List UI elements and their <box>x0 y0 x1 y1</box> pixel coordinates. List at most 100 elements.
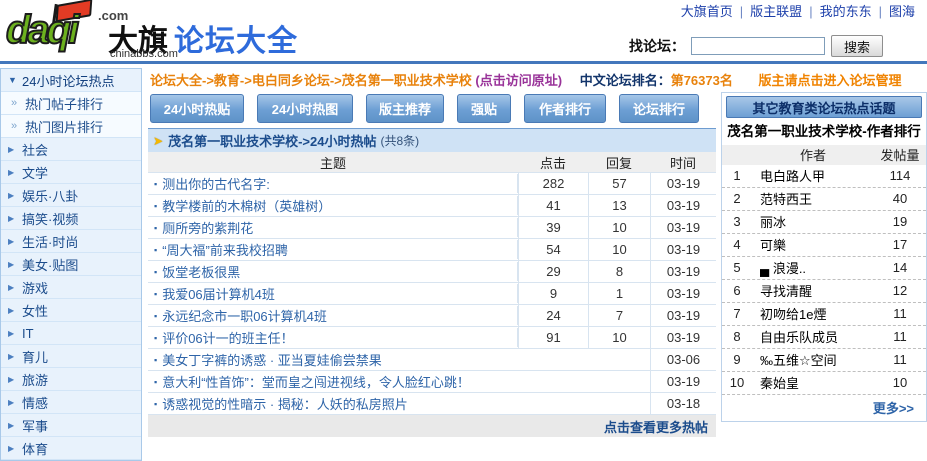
sidebar-item-6[interactable]: ▶搞笑·视频 <box>1 207 141 230</box>
author-name-link[interactable]: ▄ 浪漫.. <box>752 258 874 277</box>
visit-origin-link[interactable]: (点击访问原址) <box>475 73 562 88</box>
nav-separator: | <box>879 4 882 19</box>
author-row: 6寻找清醒12 <box>722 280 926 303</box>
bullet-icon: ▪ <box>154 377 157 387</box>
sidebar-item-12[interactable]: ▶育儿 <box>1 345 141 368</box>
sidebar-item-2[interactable]: »热门图片排行 <box>1 115 141 138</box>
search-button[interactable]: 搜索 <box>831 35 883 57</box>
author-name-link[interactable]: 电白路人甲 <box>752 166 874 185</box>
author-name-link[interactable]: 秦始皇 <box>752 373 874 392</box>
author-more-link[interactable]: 更多>> <box>873 401 914 416</box>
daqi-logo[interactable]: daqi .com 大旗 论坛大全 chinabbs.com <box>6 0 316 60</box>
bullet-icon: ▪ <box>154 399 157 409</box>
topic-link[interactable]: 饭堂老板很黑 <box>162 262 240 281</box>
topic-link[interactable]: 我爱06届计算机4班 <box>162 284 275 303</box>
section-count: (共8条) <box>380 132 419 149</box>
search-label: 找论坛： <box>629 36 685 56</box>
right-region: 论坛大全->教育->电白同乡论坛->茂名第一职业技术学校 (点击访问原址) 中文… <box>142 64 927 437</box>
sidebar-item-11[interactable]: ▶IT <box>1 322 141 345</box>
sidebar-item-5[interactable]: ▶娱乐·八卦 <box>1 184 141 207</box>
sidebar-item-1[interactable]: »热门帖子排行 <box>1 92 141 115</box>
left-sidebar: ▼24小时论坛热点»热门帖子排行»热门图片排行▶社会▶文学▶娱乐·八卦▶搞笑·视… <box>0 68 142 461</box>
nav-link-0[interactable]: 大旗首页 <box>681 4 733 19</box>
author-name-link[interactable]: 丽冰 <box>752 212 874 231</box>
sidebar-item-14[interactable]: ▶情感 <box>1 391 141 414</box>
tab-2[interactable]: 版主推荐 <box>366 94 444 123</box>
topic-cell: ▪美女丁字裤的诱惑 · 亚当夏娃偷尝禁果 <box>148 350 650 369</box>
search-input[interactable] <box>691 37 825 55</box>
sidebar-item-9[interactable]: ▶游戏 <box>1 276 141 299</box>
topic-link[interactable]: 教学楼前的木棉树（英雄树） <box>162 196 331 215</box>
author-rank: 4 <box>722 237 752 252</box>
topic-cell: ▪评价06计一的班主任！ <box>148 328 518 347</box>
chevron-down-icon: ▼ <box>8 75 22 85</box>
sidebar-item-label: 搞笑·视频 <box>22 209 78 228</box>
author-name-link[interactable]: ‰五维☆空间 <box>752 350 874 369</box>
topic-link[interactable]: “周大福”前来我校招聘 <box>162 240 288 259</box>
author-table-header: 作者 发帖量 <box>722 145 926 165</box>
sidebar-item-16[interactable]: ▶体育 <box>1 437 141 460</box>
author-name-link[interactable]: 可樂 <box>752 235 874 254</box>
col-replies: 回复 <box>588 153 650 172</box>
author-rank: 2 <box>722 191 752 206</box>
sidebar-item-10[interactable]: ▶女性 <box>1 299 141 322</box>
tab-1[interactable]: 24小时热图 <box>257 94 353 123</box>
clicks-cell: 41 <box>518 195 588 216</box>
sidebar-item-7[interactable]: ▶生活·时尚 <box>1 230 141 253</box>
tab-0[interactable]: 24小时热贴 <box>150 94 244 123</box>
time-cell: 03-18 <box>650 393 716 414</box>
author-name-link[interactable]: 初吻给1e煙 <box>752 304 874 323</box>
topic-cell: ▪厕所旁的紫荆花 <box>148 218 518 237</box>
bullet-icon: ▪ <box>154 245 157 255</box>
sidebar-item-13[interactable]: ▶旅游 <box>1 368 141 391</box>
sidebar-item-label: 娱乐·八卦 <box>22 186 78 205</box>
author-post-count: 10 <box>874 375 926 390</box>
topic-link[interactable]: 评价06计一的班主任！ <box>162 328 293 347</box>
topic-link[interactable]: 厕所旁的紫荆花 <box>162 218 253 237</box>
replies-cell: 8 <box>588 261 650 282</box>
sidebar-item-4[interactable]: ▶文学 <box>1 161 141 184</box>
author-row: 9‰五维☆空间11 <box>722 349 926 372</box>
author-ranking-title: 茂名第一职业技术学校-作者排行 <box>722 121 926 145</box>
time-cell: 03-19 <box>650 239 716 260</box>
moderator-admin-link[interactable]: 版主请点击进入论坛管理 <box>758 73 901 88</box>
other-edu-forums-button[interactable]: 其它教育类论坛热点话题 <box>726 96 922 118</box>
clicks-cell: 39 <box>518 217 588 238</box>
tab-5[interactable]: 论坛排行 <box>619 94 699 123</box>
logo-daqi-text: daqi <box>6 8 76 53</box>
tab-bar: 24小时热贴 24小时热图版主推荐强贴作者排行论坛排行 <box>148 90 716 128</box>
topic-link[interactable]: 意大利“性首饰”：堂而皇之闯进视线，令人脸红心跳！ <box>162 372 470 391</box>
author-rank: 3 <box>722 214 752 229</box>
yellow-arrow-icon: ➤ <box>153 134 163 148</box>
table-row: ▪教学楼前的木棉树（英雄树）411303-19 <box>148 195 716 217</box>
nav-link-2[interactable]: 我的东东 <box>820 4 872 19</box>
author-name-link[interactable]: 寻找清醒 <box>752 281 874 300</box>
tab-4[interactable]: 作者排行 <box>524 94 606 123</box>
replies-cell: 10 <box>588 239 650 260</box>
topic-link[interactable]: 诱惑视觉的性暗示 · 揭秘：人妖的私房照片 <box>162 394 408 413</box>
sidebar-item-label: 热门图片排行 <box>25 117 103 136</box>
topic-link[interactable]: 测出你的古代名字: <box>162 174 270 193</box>
author-row: 7初吻给1e煙11 <box>722 303 926 326</box>
sub-bullet-icon: » <box>11 97 25 109</box>
nav-link-1[interactable]: 版主联盟 <box>750 4 802 19</box>
more-hot-posts-link[interactable]: 点击查看更多热帖 <box>604 417 708 436</box>
sidebar-item-label: 女性 <box>22 301 48 320</box>
author-name-link[interactable]: 范特西王 <box>752 189 874 208</box>
breadcrumb-path-link[interactable]: 论坛大全->教育->电白同乡论坛->茂名第一职业技术学校 <box>150 73 472 88</box>
nav-separator: | <box>809 4 812 19</box>
nav-link-3[interactable]: 图海 <box>889 4 915 19</box>
logo-site-title: 论坛大全 <box>174 16 298 60</box>
tab-3[interactable]: 强贴 <box>457 94 511 123</box>
author-name-link[interactable]: 自由乐队成员 <box>752 327 874 346</box>
chevron-right-icon: ▶ <box>8 168 22 177</box>
topic-link[interactable]: 永远纪念市一职06计算机4班 <box>162 306 327 325</box>
sidebar-item-8[interactable]: ▶美女·贴图 <box>1 253 141 276</box>
topic-link[interactable]: 美女丁字裤的诱惑 · 亚当夏娃偷尝禁果 <box>162 350 382 369</box>
sidebar-item-0[interactable]: ▼24小时论坛热点 <box>1 69 141 92</box>
topic-cell: ▪ 诱惑视觉的性暗示 · 揭秘：人妖的私房照片 <box>148 394 650 413</box>
sidebar-item-3[interactable]: ▶社会 <box>1 138 141 161</box>
chevron-right-icon: ▶ <box>8 352 22 361</box>
chevron-right-icon: ▶ <box>8 375 22 384</box>
sidebar-item-label: 体育 <box>22 439 48 458</box>
